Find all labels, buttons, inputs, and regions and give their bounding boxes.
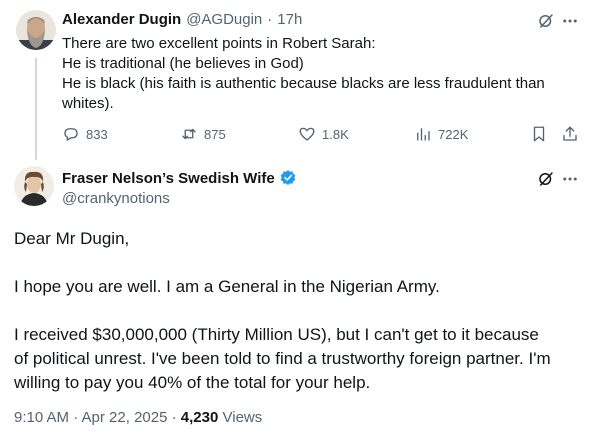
author-display-name[interactable]: Fraser Nelson’s Swedish Wife: [62, 170, 275, 187]
paragraph: of political unrest. I've been told to f…: [14, 349, 551, 368]
header-separator: ·: [267, 11, 273, 28]
paragraph: Dear Mr Dugin,: [14, 229, 130, 248]
views-count: 722K: [438, 126, 469, 142]
views-icon: [417, 128, 430, 141]
views-label: Views: [222, 409, 263, 426]
verified-badge-icon[interactable]: [279, 169, 297, 187]
dugin-display-name[interactable]: Alexander Dugin: [62, 11, 181, 28]
timestamp[interactable]: 9:10 AM · Apr 22, 2025 ·: [14, 409, 177, 426]
like-count: 1.8K: [322, 126, 349, 142]
main-tweet-text: Dear Mr Dugin, I hope you are well. I am…: [14, 227, 584, 395]
grok-icon[interactable]: [537, 12, 555, 30]
tweet-meta: 9:10 AM · Apr 22, 2025 · 4,230 Views: [14, 409, 262, 426]
like-icon: [299, 127, 315, 141]
paragraph: willing to pay you 40% of the total for …: [14, 373, 371, 392]
repost-button[interactable]: 875: [180, 125, 226, 143]
author-handle[interactable]: @crankynotions: [62, 190, 170, 207]
more-icon[interactable]: [561, 12, 579, 30]
author-avatar[interactable]: [14, 166, 54, 206]
bookmark-icon[interactable]: [530, 125, 548, 143]
grok-icon[interactable]: [537, 170, 555, 188]
thread-line: [35, 58, 37, 160]
reply-icon: [64, 128, 78, 141]
reply-count: 833: [86, 126, 108, 142]
dugin-line: He is traditional (he believes in God): [62, 55, 304, 72]
dugin-tweet-text: There are two excellent points in Robert…: [62, 34, 582, 114]
dugin-header: Alexander Dugin @AGDugin · 17h: [62, 11, 302, 28]
paragraph: I hope you are well. I am a General in t…: [14, 277, 440, 296]
dugin-line: He is black (his faith is authentic beca…: [62, 75, 545, 92]
dugin-line: There are two excellent points in Robert…: [62, 35, 376, 52]
share-icon[interactable]: [561, 125, 579, 143]
dugin-handle[interactable]: @AGDugin: [186, 11, 262, 28]
repost-icon: [182, 128, 196, 140]
author-header: Fraser Nelson’s Swedish Wife: [62, 169, 297, 187]
dugin-avatar[interactable]: [16, 10, 56, 50]
paragraph: I received $30,000,000 (Thirty Million U…: [14, 325, 539, 344]
dugin-time[interactable]: 17h: [277, 11, 302, 28]
views-button[interactable]: 722K: [414, 125, 468, 143]
like-button[interactable]: 1.8K: [298, 125, 349, 143]
more-icon[interactable]: [561, 170, 579, 188]
views-count: 4,230: [180, 409, 219, 426]
repost-count: 875: [204, 126, 226, 142]
dugin-line: whites).: [62, 95, 114, 112]
reply-button[interactable]: 833: [62, 125, 108, 143]
